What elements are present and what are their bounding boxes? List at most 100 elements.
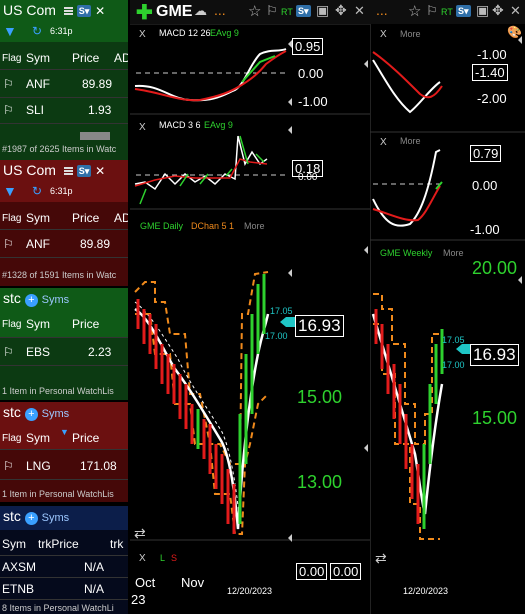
pan-icon[interactable]: ⇄ [134,525,146,542]
weekly-label[interactable]: GME Weekly [380,248,432,258]
status-footer: #1328 of 1591 Items in Watc [2,270,117,280]
dchan-label[interactable]: DChan 5 1 [191,221,234,231]
palette-icon[interactable]: 🎨 [507,25,522,39]
sv-button[interactable]: S▾ [76,5,92,18]
sv-button[interactable]: S▾ [456,5,471,17]
col-trkprice[interactable]: trkPrice [38,537,79,551]
rt-label[interactable]: RT [441,7,453,17]
syms-button[interactable]: Syms [42,512,70,524]
daily-label[interactable]: GME Daily [140,221,183,231]
cloud-icon[interactable]: ☁ [194,3,207,19]
col-sym[interactable]: Sym [26,317,50,331]
col-sym[interactable]: Sym [26,431,50,445]
col-sym[interactable]: Sym [26,51,50,65]
panel-header[interactable]: stc + Syms [0,288,128,312]
flag-icon[interactable]: ⚐ [3,77,14,91]
col-price[interactable]: Price [72,317,99,331]
col-price[interactable]: Price [72,431,99,445]
weekly-pan-icon[interactable]: ⇄ [375,550,387,567]
syms-button[interactable]: Syms [42,408,70,420]
panel-header[interactable]: stc + Syms [0,506,128,530]
weekly-more-link[interactable]: More [400,29,421,39]
col-flag[interactable]: Flag [2,213,21,224]
sv-button[interactable]: S▾ [76,165,92,178]
close-icon[interactable]: ✕ [354,3,365,19]
close-pane-icon[interactable]: X [139,122,146,133]
more-dots[interactable]: ... [214,2,226,18]
panel-title: stc [3,404,21,420]
filter-icon[interactable]: ▼ [3,23,17,39]
col-flag[interactable]: Flag [2,319,21,330]
panel-header[interactable]: US Com S▾ ✕ [0,0,128,22]
price-cell: 89.89 [80,237,111,251]
col-price[interactable]: Price [72,211,99,225]
close-icon[interactable]: ✕ [95,164,105,178]
flag-icon[interactable]: ⚐ [426,3,438,19]
scrollbar[interactable] [0,129,128,143]
col-flag[interactable]: Flag [2,53,21,64]
weekly-macd1-line [372,59,441,114]
flag-icon[interactable]: ⚐ [266,3,278,19]
col-sym[interactable]: Sym [26,211,50,225]
weekly-last-price-tag-arrow [456,344,470,354]
col-ad[interactable]: AD [114,211,128,225]
more-dots[interactable]: ... [376,2,388,18]
sort-arrow-icon[interactable]: ▼ [60,427,69,437]
move-icon[interactable]: ✥ [335,2,347,19]
more-link[interactable]: More [244,221,265,231]
refresh-icon[interactable]: ↻ [32,184,42,198]
flag-icon[interactable]: ⚐ [3,345,14,359]
weekly-level-15: 15.00 [472,408,518,428]
price-level-15: 15.00 [297,387,343,407]
close-pane-icon[interactable]: X [380,29,387,40]
col-flag[interactable]: Flag [2,433,21,444]
panel-header[interactable]: stc + Syms [0,402,128,426]
table-row[interactable]: AXSM N/A [0,556,128,578]
table-row[interactable]: ⚐ EBS 2.23 [0,340,128,366]
save-icon[interactable]: ▣ [476,2,489,19]
panel-header[interactable]: US Com S▾ ✕ [0,160,128,182]
close-pane-icon[interactable]: X [139,553,146,564]
save-icon[interactable]: ▣ [316,2,329,19]
close-pane-icon[interactable]: X [139,29,146,40]
close-icon[interactable]: ✕ [510,3,521,19]
table-row[interactable]: ⚐ LNG 171.08 [0,454,128,480]
menu-icon[interactable] [63,167,73,176]
table-row[interactable]: ⚐ ANF 89.89 [0,232,128,258]
menu-icon[interactable] [63,7,73,16]
star-icon[interactable]: ☆ [248,2,261,20]
table-row[interactable]: ⚐ ANF 89.89 [0,72,128,98]
add-icon[interactable]: + [24,512,38,525]
col-ad[interactable]: AD [114,51,128,65]
flag-icon[interactable]: ⚐ [3,237,14,251]
weekly-price-more[interactable]: More [443,248,464,258]
flag-icon[interactable]: ⚐ [3,103,14,117]
xaxis-nov: Nov [181,575,205,590]
syms-button[interactable]: Syms [42,294,70,306]
add-icon[interactable]: + [24,408,38,421]
rt-label[interactable]: RT [281,7,293,17]
watchlist-panel-3: stc + Syms Flag Sym Price ⚐ EBS 2.23 1 I… [0,288,128,400]
table-row[interactable]: ⚐ SLI 1.93 [0,98,128,124]
move-icon[interactable]: ✥ [492,2,504,19]
filter-icon[interactable]: ▼ [3,183,17,199]
refresh-icon[interactable]: ↻ [32,24,42,38]
col-sym[interactable]: Sym [2,537,26,551]
sym-cell: ETNB [2,582,35,596]
star-icon[interactable]: ☆ [408,2,421,20]
macd1-zero: 0.00 [298,66,324,81]
weekly-more-link-2[interactable]: More [400,136,421,146]
symbol-label[interactable]: GME [156,3,192,21]
sv-button[interactable]: S▾ [296,5,311,17]
close-pane-icon[interactable]: X [380,137,387,148]
col-price[interactable]: Price [72,51,99,65]
sym-cell: AXSM [2,560,37,574]
col-trk[interactable]: trk [110,537,123,551]
flag-icon[interactable]: ⚐ [3,459,14,473]
table-row[interactable]: ETNB N/A [0,578,128,600]
close-icon[interactable]: ✕ [95,4,105,18]
add-icon[interactable]: + [24,294,38,307]
short-label: S [171,553,178,563]
add-chart-icon[interactable]: ✚ [136,0,153,25]
time-label: 6:31p [50,26,73,36]
